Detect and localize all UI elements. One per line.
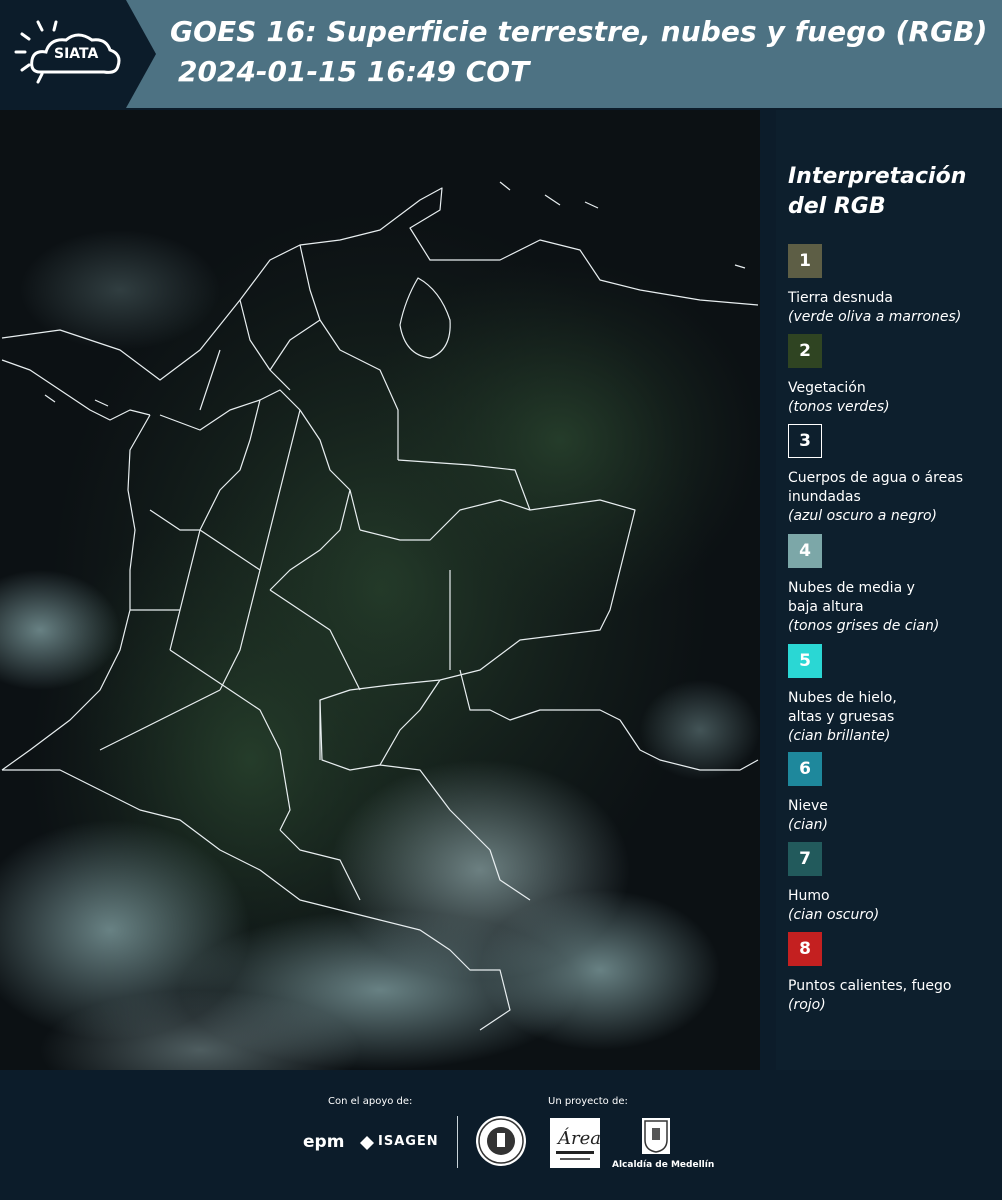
page-title: GOES 16: Superficie terrestre, nubes y f… [170, 15, 988, 48]
siata-logo: SIATA [0, 0, 156, 108]
legend-title: Interpretación del RGB [788, 164, 967, 219]
legend-item-vegetation: 2 Vegetación (tonos verdes) [788, 334, 998, 417]
legend-label: Nubes de media y baja altura [788, 580, 915, 615]
legend-sub: (cian) [788, 817, 828, 833]
alcaldia-label: Alcaldía de Medellín [612, 1160, 715, 1170]
legend-label: Nubes de hielo, altas y gruesas [788, 690, 897, 725]
legend-sub: (rojo) [788, 997, 826, 1013]
legend-label: Nieve [788, 798, 828, 814]
legend-swatch-8: 8 [788, 932, 822, 966]
legend-label: Vegetación [788, 380, 866, 396]
legend-swatch-7: 7 [788, 842, 822, 876]
alcaldia-shield [642, 1118, 670, 1154]
legend-item-bare-soil: 1 Tierra desnuda (verde oliva a marrones… [788, 244, 998, 327]
legend-sub: (tonos verdes) [788, 399, 890, 415]
footer: Con el apoyo de: Un proyecto de: epm ISA… [0, 1070, 1002, 1200]
legend-item-fire: 8 Puntos calientes, fuego (rojo) [788, 932, 998, 1015]
legend-swatch-6: 6 [788, 752, 822, 786]
legend-swatch-4: 4 [788, 534, 822, 568]
timestamp: 2024-01-15 16:49 COT [178, 55, 530, 88]
support-label: Con el apoyo de: [328, 1096, 413, 1107]
legend-sub: (cian brillante) [788, 728, 891, 744]
header-bar: SIATA GOES 16: Superficie terrestre, nub… [0, 0, 1002, 108]
legend-swatch-3: 3 [788, 424, 822, 458]
siata-logo-text: SIATA [54, 46, 99, 62]
legend-item-low-clouds: 4 Nubes de media y baja altura (tonos gr… [788, 534, 998, 636]
legend-sub: (verde oliva a marrones) [788, 309, 962, 325]
legend-label: Cuerpos de agua o áreas inundadas [788, 470, 964, 505]
area-metropolitana-logo: Área [550, 1118, 601, 1168]
rgb-legend: Interpretación del RGB 1 Tierra desnuda … [776, 110, 1002, 1070]
epm-logo: epm [303, 1132, 345, 1152]
svg-text:Área: Área [556, 1126, 600, 1149]
legend-sub: (cian oscuro) [788, 907, 880, 923]
legend-item-ice-clouds: 5 Nubes de hielo, altas y gruesas (cian … [788, 644, 998, 746]
satellite-map [0, 110, 760, 1070]
project-label: Un proyecto de: [548, 1096, 628, 1107]
isagen-logo: ISAGEN [378, 1134, 439, 1149]
isagen-icon [360, 1136, 374, 1150]
legend-label: Puntos calientes, fuego [788, 978, 952, 994]
legend-item-water: 3 Cuerpos de agua o áreas inundadas (azu… [788, 424, 998, 526]
legend-swatch-5: 5 [788, 644, 822, 678]
legend-sub: (azul oscuro a negro) [788, 508, 937, 524]
legend-sub: (tonos grises de cian) [788, 618, 940, 634]
legend-item-smoke: 7 Humo (cian oscuro) [788, 842, 998, 925]
divider [457, 1116, 458, 1168]
legend-swatch-2: 2 [788, 334, 822, 368]
legend-item-snow: 6 Nieve (cian) [788, 752, 998, 835]
legend-swatch-1: 1 [788, 244, 822, 278]
legend-label: Tierra desnuda [788, 290, 893, 306]
gobernacion-seal [476, 1116, 526, 1166]
legend-label: Humo [788, 888, 830, 904]
